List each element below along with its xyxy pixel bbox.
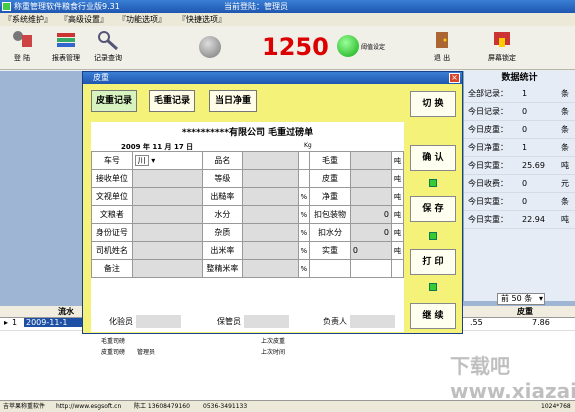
impurity-field[interactable] <box>242 223 299 242</box>
tare-weight-field[interactable] <box>349 169 392 188</box>
table-row: 司机姓名 出米率 % 实重 0 吨 <box>91 241 405 260</box>
stat-row: 今日收费： 0 元 <box>464 175 575 193</box>
sender-field[interactable] <box>131 187 203 206</box>
keeper-group: 保管员 <box>217 315 289 328</box>
grain-seller-field[interactable] <box>131 205 203 224</box>
moisture-field[interactable] <box>242 205 299 224</box>
inspector-group: 化验员 <box>109 315 181 328</box>
table-row: 接收单位 等级 皮重 吨 <box>91 169 405 188</box>
stats-title: 数据统计 <box>501 73 538 83</box>
net-weight-field[interactable] <box>349 187 392 206</box>
menu-shortcuts[interactable]: 『快捷选项』 <box>178 13 226 26</box>
keeper-field[interactable] <box>243 315 289 328</box>
gray-indicator-lamp <box>199 36 221 58</box>
login-icon <box>13 31 32 47</box>
status-bar: 吉苹果称重软件 http://www.esgsoft.cn 陈工 1360847… <box>0 400 575 412</box>
tare-operator-value: 管理员 <box>137 349 156 356</box>
save-button[interactable]: 保 存 <box>410 196 456 222</box>
province-select[interactable]: 川 <box>134 155 149 166</box>
product-name-field[interactable] <box>242 151 299 170</box>
menu-functions[interactable]: 『功能选项』 <box>118 13 166 26</box>
lock-icon <box>494 32 510 47</box>
watermark: 下载吧 www.xiazaiba.com <box>450 354 575 403</box>
id-number-field[interactable] <box>131 223 203 242</box>
weight-display: 1250 <box>262 33 329 61</box>
chevron-down-icon: ▾ <box>148 156 156 165</box>
stat-row: 今日实重： 22.94 吨 <box>464 211 575 229</box>
close-icon[interactable]: × <box>449 73 460 83</box>
books-icon <box>57 33 75 47</box>
gross-weight-field[interactable] <box>349 151 392 170</box>
gross-operator-label: 毛重司磅 <box>101 338 126 345</box>
stats-panel: 数据统计 全部记录： 1 条 今日记录： 0 条 今日皮重： 0 条 今日净重： 1 条 今日实… <box>463 71 575 301</box>
app-icon <box>2 2 11 11</box>
green-indicator-lamp <box>337 35 359 57</box>
login-button[interactable]: 登 陆 <box>2 29 42 67</box>
last-time-label: 上次时间 <box>261 349 286 356</box>
head-rice-field[interactable] <box>242 259 299 278</box>
tab-tare-records[interactable]: 皮重记录 <box>91 90 137 112</box>
manager-field[interactable] <box>349 315 395 328</box>
stat-row: 今日记录： 0 条 <box>464 103 575 121</box>
table-row: 文粮者 水分 % 扣包装物 0 吨 <box>91 205 405 224</box>
plate-number-field[interactable]: 川 ▾ <box>131 151 203 170</box>
tab-gross-records[interactable]: 毛重记录 <box>149 90 195 112</box>
records-button[interactable]: 记录查询 <box>88 29 128 67</box>
lock-screen-button[interactable]: 屏幕锁定 <box>482 29 522 67</box>
chevron-down-icon: ▾ <box>538 294 543 303</box>
stat-row: 全部记录： 1 条 <box>464 85 575 103</box>
table-row: 车号 川 ▾ 品名 毛重 吨 <box>91 151 405 170</box>
ticket-table: 车号 川 ▾ 品名 毛重 吨 接收单位 等级 皮重 吨 文视单位 出糙率 % 净… <box>91 151 405 278</box>
stat-row: 今日净重： 1 条 <box>464 139 575 157</box>
tare-operator-label: 皮重司磅 <box>101 349 126 356</box>
row-pointer-icon: ▸ <box>4 318 9 327</box>
stat-row: 今日实重： 25.69 吨 <box>464 157 575 175</box>
dialog-title-bar: 皮重 × <box>83 72 462 84</box>
packaging-deduction-field[interactable]: 0 <box>349 205 392 224</box>
continue-button[interactable]: 继 续 <box>410 303 456 329</box>
switch-button[interactable]: 切 换 <box>410 91 456 117</box>
inspector-field[interactable] <box>135 315 181 328</box>
tare-dialog: 皮重 × 皮重记录 毛重记录 当日净重 切 换 确 认 保 存 打 印 继 续 … <box>82 71 463 356</box>
login-status: 当前登陆：管理员 <box>224 2 288 11</box>
menu-bar: 『系统维护』 『高级设置』 『功能选项』 『快捷选项』 <box>0 13 575 26</box>
status-light <box>429 232 437 240</box>
table-row: 备注 整精米率 % <box>91 259 405 278</box>
window-title: 称重管理软件粮食行业版9.31 <box>14 2 120 11</box>
grade-field[interactable] <box>242 169 299 188</box>
record-count-select[interactable]: 前 50 条 ▾ <box>497 293 545 305</box>
receiver-field[interactable] <box>131 169 203 188</box>
weigh-ticket-form: **********有限公司 毛重过磅单 2009 年 11 月 17 日 Kg… <box>91 122 405 356</box>
stat-row: 今日皮重： 0 条 <box>464 121 575 139</box>
window-title-bar: 称重管理软件粮食行业版9.31 当前登陆：管理员 <box>0 0 575 13</box>
husk-rate-field[interactable] <box>242 187 299 206</box>
actual-weight-field[interactable]: 0 <box>349 241 392 260</box>
table-row: 身份证号 杂质 % 扣水分 0 吨 <box>91 223 405 242</box>
moisture-deduction-field[interactable]: 0 <box>349 223 392 242</box>
threshold-label[interactable]: 阈值设定 <box>361 42 385 51</box>
ticket-header: **********有限公司 毛重过磅单 <box>181 128 314 138</box>
remarks-field[interactable] <box>131 259 203 278</box>
exit-button[interactable]: 退 出 <box>422 29 462 67</box>
manager-group: 负责人 <box>323 315 395 328</box>
door-icon <box>436 32 448 48</box>
menu-system[interactable]: 『系统维护』 <box>4 13 52 26</box>
tab-daily-net[interactable]: 当日净重 <box>209 90 257 112</box>
print-button[interactable]: 打 印 <box>410 249 456 275</box>
confirm-button[interactable]: 确 认 <box>410 145 456 171</box>
last-tare-label: 上次皮重 <box>261 338 286 345</box>
menu-advanced[interactable]: 『高级设置』 <box>60 13 108 26</box>
status-light <box>429 179 437 187</box>
rice-yield-field[interactable] <box>242 241 299 260</box>
report-button[interactable]: 报表管理 <box>46 29 86 67</box>
status-light <box>429 283 437 291</box>
kg-label: Kg <box>304 142 312 149</box>
wrench-icon <box>98 31 119 51</box>
driver-name-field[interactable] <box>131 241 203 260</box>
stat-row: 今日实重： 0 条 <box>464 193 575 211</box>
table-row: 文视单位 出糙率 % 净重 吨 <box>91 187 405 206</box>
